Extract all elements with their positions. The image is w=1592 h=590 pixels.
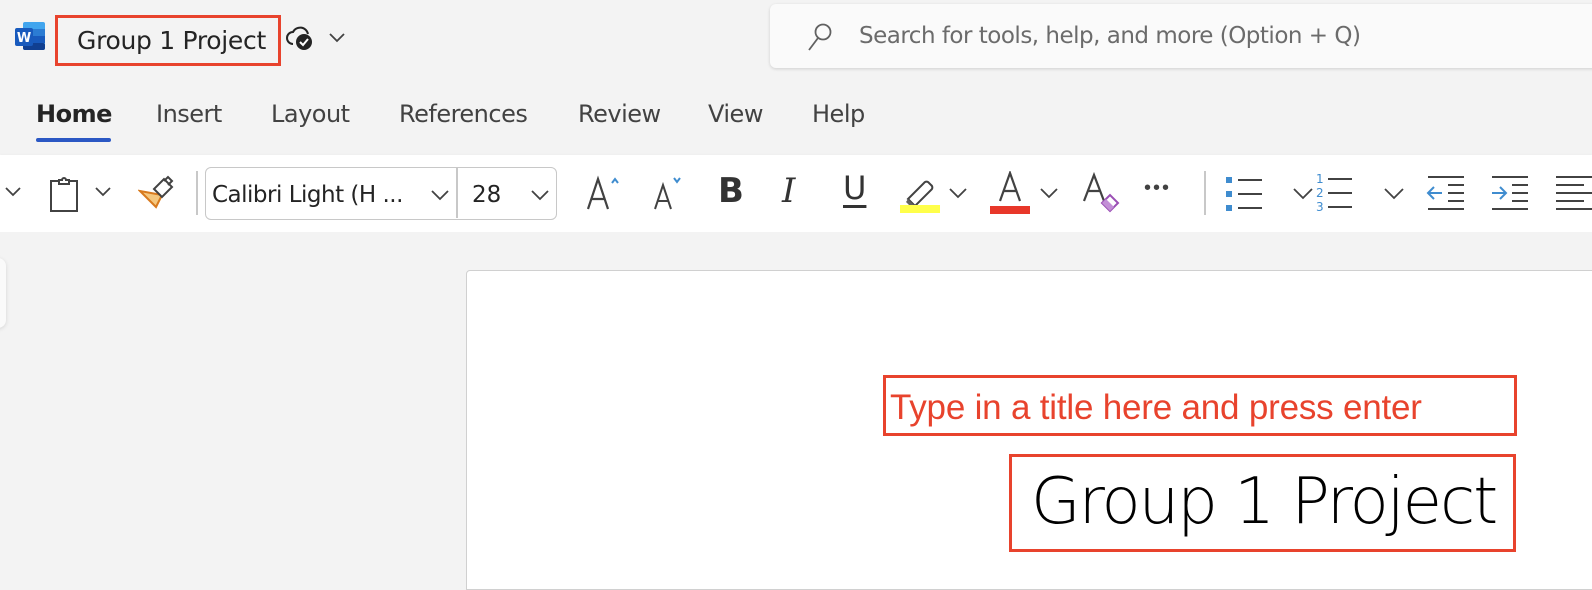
document-title: Group 1 Project bbox=[77, 26, 266, 55]
tab-references[interactable]: References bbox=[399, 100, 528, 128]
highlighter-icon[interactable] bbox=[900, 173, 942, 215]
chevron-down-icon[interactable] bbox=[94, 186, 112, 198]
svg-text:2: 2 bbox=[1316, 186, 1324, 200]
svg-text:W: W bbox=[17, 31, 31, 46]
tab-home[interactable]: Home bbox=[36, 100, 112, 128]
chevron-down-icon[interactable] bbox=[4, 186, 22, 198]
font-combo: Calibri Light (H ... 28 bbox=[205, 167, 557, 220]
chevron-down-icon[interactable] bbox=[530, 188, 550, 202]
indent-icon[interactable] bbox=[1490, 175, 1530, 213]
numbered-list-icon[interactable]: 1 2 3 bbox=[1314, 171, 1356, 215]
document-heading[interactable]: Group 1 Project bbox=[1031, 465, 1498, 539]
eraser-icon[interactable] bbox=[1082, 171, 1122, 215]
shrink-font-icon[interactable] bbox=[652, 175, 688, 211]
chevron-down-icon[interactable] bbox=[328, 30, 346, 44]
tab-layout[interactable]: Layout bbox=[271, 100, 350, 128]
svg-text:3: 3 bbox=[1316, 200, 1324, 214]
search-box[interactable]: Search for tools, help, and more (Option… bbox=[770, 4, 1592, 68]
chevron-down-icon[interactable] bbox=[1292, 186, 1314, 200]
underline-button[interactable]: U bbox=[843, 169, 866, 207]
ribbon-separator bbox=[1204, 171, 1206, 215]
clipboard-icon[interactable] bbox=[48, 175, 80, 213]
ribbon-separator bbox=[196, 171, 198, 215]
annotation-text: Type in a title here and press enter bbox=[890, 388, 1422, 427]
side-panel-toggle[interactable] bbox=[0, 258, 6, 328]
font-name-dropdown[interactable]: Calibri Light (H ... bbox=[212, 182, 403, 208]
combo-divider bbox=[456, 168, 458, 218]
font-size-dropdown[interactable]: 28 bbox=[472, 182, 501, 208]
svg-text:1: 1 bbox=[1316, 172, 1324, 186]
chevron-down-icon[interactable] bbox=[1383, 186, 1405, 200]
title-highlight-box: Group 1 Project bbox=[1009, 454, 1516, 552]
bold-button[interactable]: B bbox=[718, 171, 744, 211]
search-icon bbox=[808, 23, 832, 51]
title-bar: W Group 1 Project Search for tools, help… bbox=[0, 0, 1592, 78]
tab-view[interactable]: View bbox=[708, 100, 763, 128]
ribbon-tabs: Home Insert Layout References Review Vie… bbox=[0, 78, 1592, 154]
cloud-saved-icon[interactable] bbox=[285, 24, 315, 52]
italic-button[interactable]: I bbox=[782, 171, 795, 211]
document-title-button[interactable]: Group 1 Project bbox=[55, 15, 281, 66]
paintbrush-icon[interactable] bbox=[138, 175, 176, 211]
tab-help[interactable]: Help bbox=[812, 100, 865, 128]
word-logo-icon[interactable]: W bbox=[14, 20, 46, 52]
active-tab-indicator bbox=[36, 138, 111, 142]
outdent-icon[interactable] bbox=[1426, 175, 1466, 213]
font-color-icon[interactable] bbox=[990, 171, 1032, 215]
align-left-icon[interactable] bbox=[1554, 175, 1592, 213]
ribbon-toolbar: Calibri Light (H ... 28 B I U ••• 1 2 3 bbox=[0, 155, 1592, 232]
bulleted-list-icon[interactable] bbox=[1224, 175, 1266, 215]
tab-review[interactable]: Review bbox=[578, 100, 661, 128]
search-input[interactable]: Search for tools, help, and more (Option… bbox=[859, 23, 1361, 49]
tab-insert[interactable]: Insert bbox=[156, 100, 222, 128]
grow-font-icon[interactable] bbox=[586, 175, 626, 211]
chevron-down-icon[interactable] bbox=[1039, 186, 1059, 200]
annotation-box: Type in a title here and press enter bbox=[883, 375, 1517, 436]
more-options-button[interactable]: ••• bbox=[1144, 177, 1171, 200]
chevron-down-icon[interactable] bbox=[948, 186, 968, 200]
chevron-down-icon[interactable] bbox=[430, 188, 450, 202]
